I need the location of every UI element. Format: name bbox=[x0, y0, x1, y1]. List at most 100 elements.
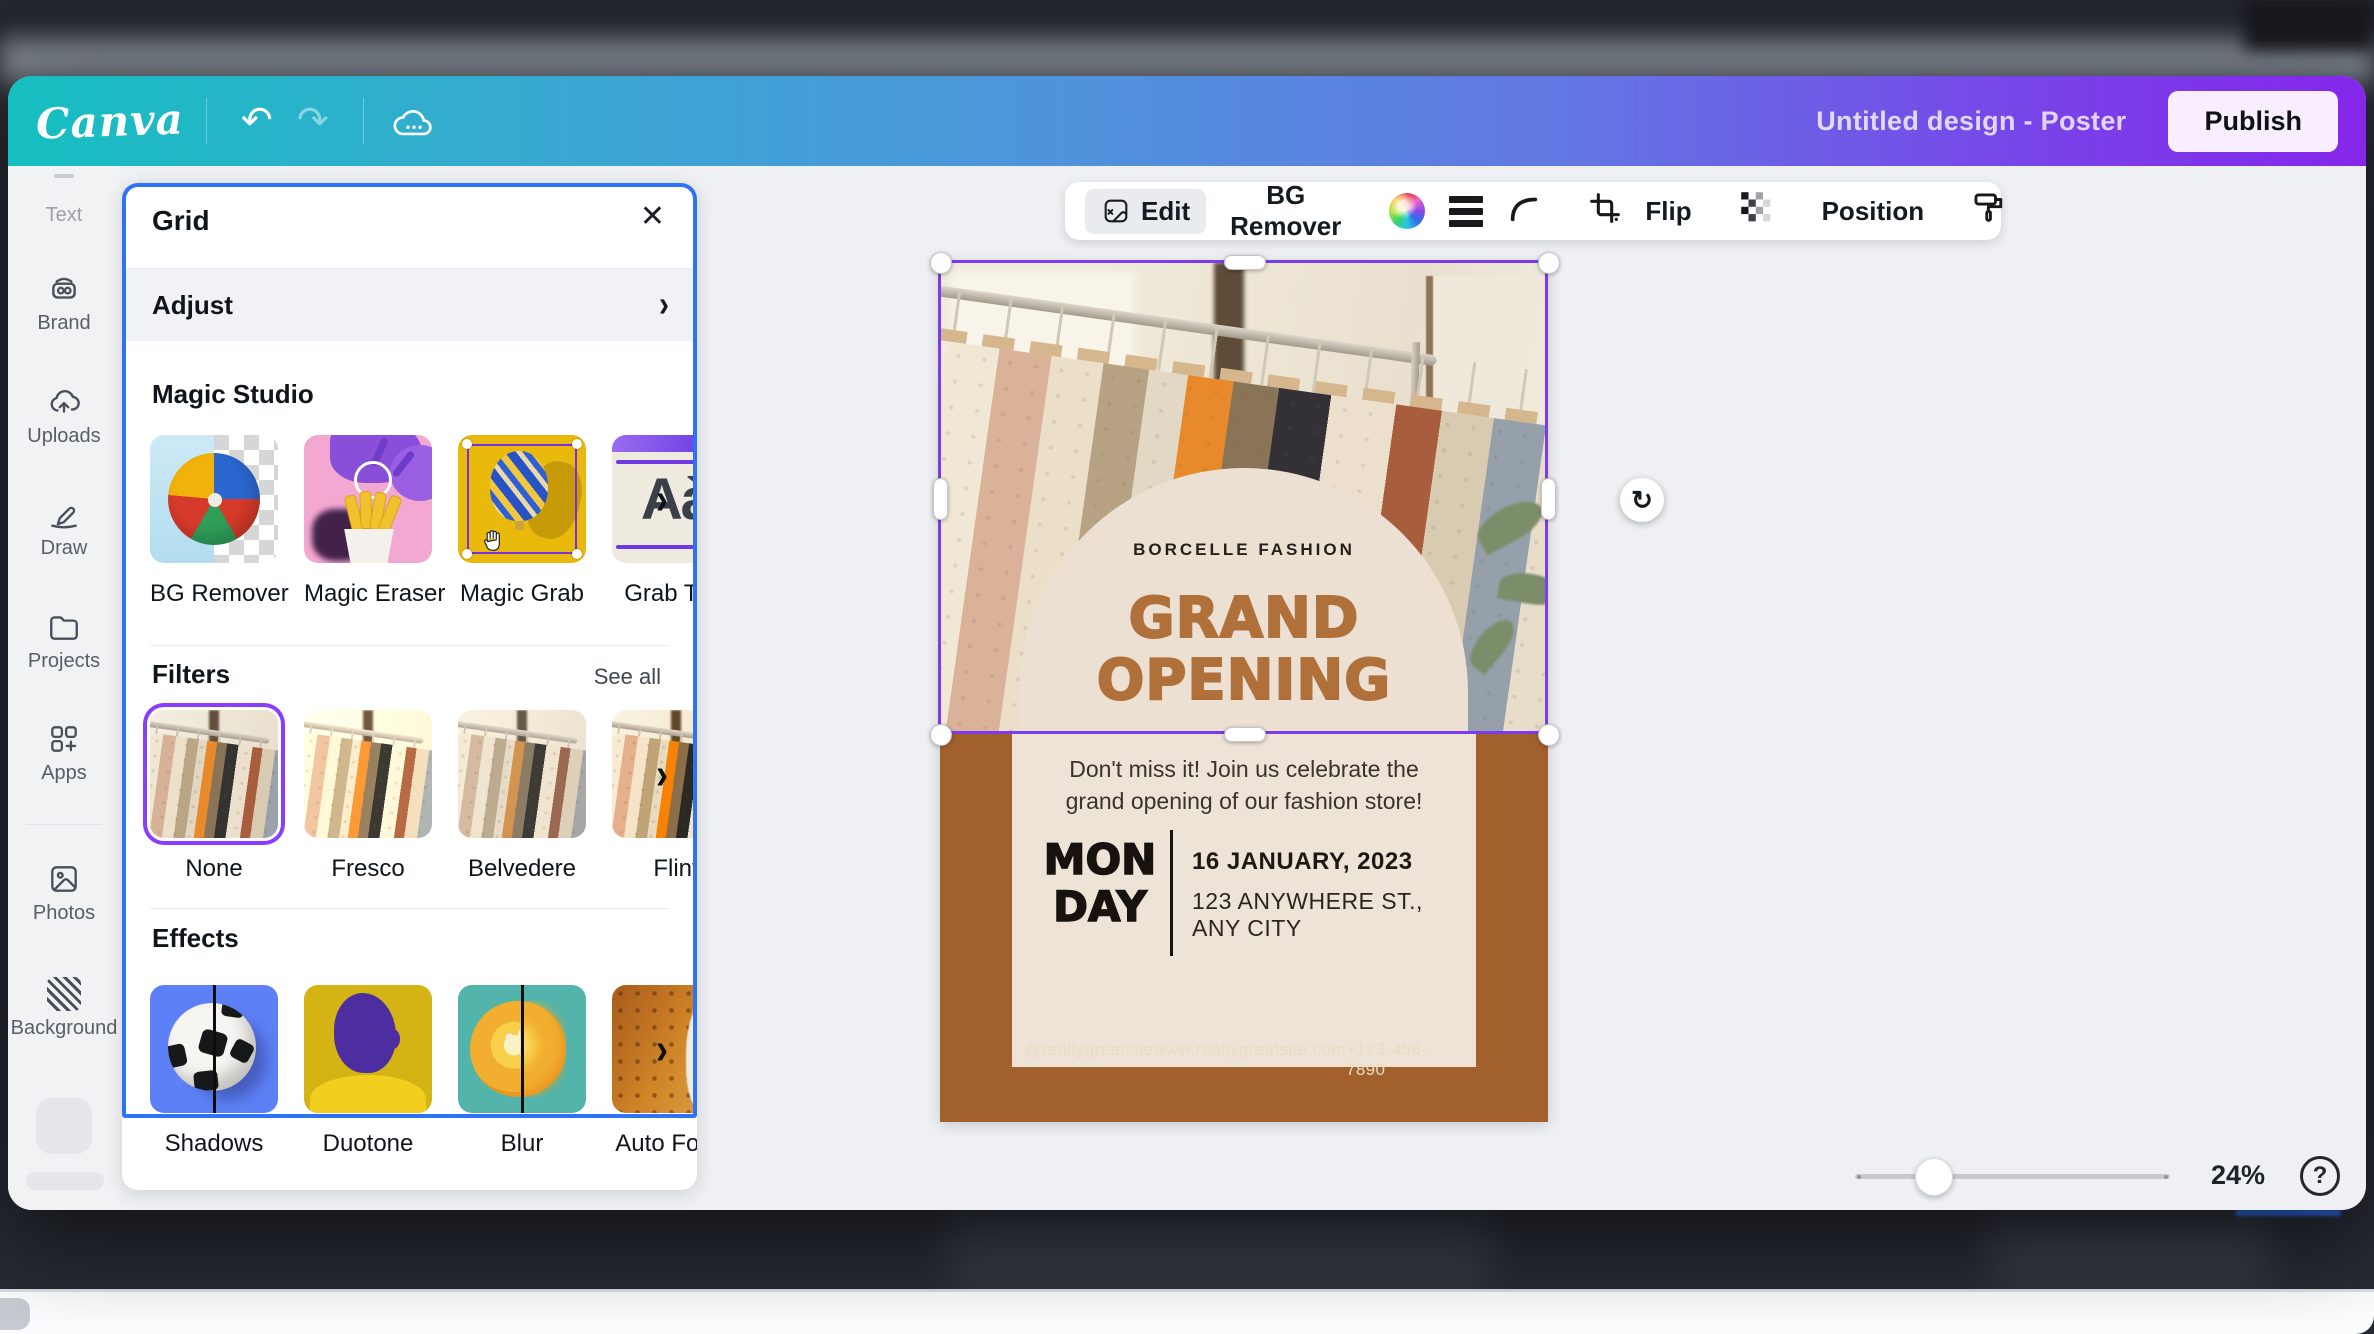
zoom-slider-track[interactable] bbox=[1855, 1174, 2170, 1179]
selection-handle-sw[interactable] bbox=[930, 724, 952, 746]
close-icon[interactable]: ✕ bbox=[634, 201, 671, 233]
sidebar-item-photos[interactable]: Photos bbox=[8, 862, 120, 925]
undo-icon[interactable]: ↶ bbox=[229, 93, 285, 149]
selection-handle-bottom[interactable] bbox=[1224, 727, 1266, 742]
poster-brand-name: BORCELLE FASHION bbox=[1020, 540, 1468, 560]
color-wheel-icon[interactable] bbox=[1389, 193, 1425, 229]
panel-divider bbox=[150, 645, 669, 646]
app-header: Canva ↶ ↷ Untitled design - Poster Publi… bbox=[8, 76, 2366, 166]
desktop-background-blotch bbox=[950, 1212, 1490, 1292]
sidebar-item-text[interactable]: Text bbox=[8, 204, 120, 227]
cloud-save-icon[interactable] bbox=[386, 93, 442, 149]
stroke-weight-icon[interactable] bbox=[1449, 196, 1483, 227]
bg-remover-button[interactable]: BG Remover bbox=[1230, 180, 1341, 242]
edit-button[interactable]: Edit bbox=[1085, 189, 1206, 234]
screenshot-root: Canva ↶ ↷ Untitled design - Poster Publi… bbox=[0, 0, 2374, 1334]
text-icon bbox=[54, 174, 74, 178]
sidebar-item-label: Draw bbox=[8, 537, 120, 560]
effect-item-shadows[interactable] bbox=[150, 985, 278, 1113]
redo-icon[interactable]: ↷ bbox=[285, 93, 341, 149]
selection-handle-left[interactable] bbox=[933, 478, 948, 520]
filter-item-fresco[interactable] bbox=[304, 710, 432, 838]
thumb-label: Magic Eraser bbox=[304, 580, 432, 608]
poster-address: 123 ANYWHERE ST., ANY CITY bbox=[1192, 888, 1476, 942]
sidebar-item-label: Brand bbox=[8, 312, 120, 335]
help-button[interactable]: ? bbox=[2300, 1156, 2340, 1196]
magic-studio-next-icon[interactable]: › bbox=[644, 477, 680, 520]
brand-icon bbox=[47, 272, 81, 306]
sidebar-item-draw[interactable]: Draw bbox=[8, 497, 120, 560]
selection-handle-nw[interactable] bbox=[930, 252, 952, 274]
effects-heading: Effects bbox=[152, 923, 239, 954]
grab-hand-icon bbox=[478, 527, 508, 555]
transparency-icon[interactable] bbox=[1740, 191, 1774, 232]
background-window-strip bbox=[0, 1289, 2374, 1334]
magic-studio-item-magic-eraser[interactable] bbox=[304, 435, 432, 563]
crop-icon[interactable] bbox=[1589, 192, 1621, 231]
magic-studio-item-bg-remover[interactable] bbox=[150, 435, 278, 563]
filters-see-all[interactable]: See all bbox=[588, 663, 667, 691]
panel-divider bbox=[150, 908, 669, 909]
paint-roller-icon[interactable] bbox=[1972, 191, 2006, 232]
selection-handle-ne[interactable] bbox=[1538, 252, 1560, 274]
sidebar-skeleton-tile bbox=[36, 1098, 92, 1154]
poster-date: 16 JANUARY, 2023 bbox=[1192, 848, 1413, 876]
adjust-label: Adjust bbox=[152, 290, 233, 321]
sidebar-item-projects[interactable]: Projects bbox=[8, 610, 120, 673]
background-window-blob bbox=[0, 1298, 30, 1330]
edit-image-icon bbox=[1101, 196, 1131, 226]
thumb-label: None bbox=[150, 855, 278, 883]
poster-canvas[interactable]: BORCELLE FASHION GRAND OPENING Don't mis… bbox=[940, 262, 1548, 1122]
apps-grid-icon bbox=[47, 722, 81, 756]
sidebar-item-label: Uploads bbox=[8, 425, 120, 448]
effects-next-icon[interactable]: › bbox=[644, 1027, 680, 1070]
sidebar-item-apps[interactable]: Apps bbox=[8, 722, 120, 785]
duotone-ear bbox=[386, 1029, 400, 1049]
poster-footer: @reallygreatsite www.reallygreatsite.com… bbox=[1024, 1040, 1464, 1080]
sidebar-item-background[interactable]: Background bbox=[8, 977, 120, 1040]
magic-studio-item-magic-grab[interactable] bbox=[458, 435, 586, 563]
thumb-label: Magic Grab bbox=[458, 580, 586, 608]
selection-handle-top[interactable] bbox=[1224, 255, 1266, 270]
sidebar-item-label: Projects bbox=[8, 650, 120, 673]
filter-item-none[interactable] bbox=[150, 710, 278, 838]
effect-item-duotone[interactable] bbox=[304, 985, 432, 1113]
grid-edit-panel: Grid ✕ Adjust › Magic Studio bbox=[122, 183, 697, 1190]
header-divider bbox=[363, 98, 364, 144]
slider-end-dot bbox=[1857, 1175, 1861, 1179]
filter-item-belvedere[interactable] bbox=[458, 710, 586, 838]
publish-button[interactable]: Publish bbox=[2168, 91, 2338, 152]
selection-handle-right[interactable] bbox=[1541, 478, 1556, 520]
thumb-label: Blur bbox=[458, 1130, 586, 1158]
thumb-label: Grab Text bbox=[612, 580, 697, 608]
filter-preview bbox=[458, 710, 586, 838]
zoom-slider-thumb[interactable] bbox=[1915, 1158, 1953, 1196]
position-button[interactable]: Position bbox=[1822, 196, 1925, 227]
magic-studio-heading: Magic Studio bbox=[152, 379, 314, 410]
sidebar-item-brand[interactable]: Brand bbox=[8, 272, 120, 335]
sidebar-rail: Text Brand Uploads bbox=[8, 166, 120, 1210]
background-stripes-icon bbox=[47, 977, 81, 1011]
filters-next-icon[interactable]: › bbox=[644, 752, 680, 795]
sidebar-item-uploads[interactable]: Uploads bbox=[8, 385, 120, 448]
thumb-label: Flint bbox=[612, 855, 697, 883]
document-title[interactable]: Untitled design - Poster bbox=[1816, 106, 2126, 137]
canva-app-window: Canva ↶ ↷ Untitled design - Poster Publi… bbox=[8, 76, 2366, 1210]
duotone-shirt bbox=[310, 1075, 426, 1113]
flip-button[interactable]: Flip bbox=[1645, 196, 1691, 227]
sidebar-item-label: Background bbox=[8, 1017, 120, 1040]
filter-preview bbox=[304, 710, 432, 838]
effect-item-blur[interactable] bbox=[458, 985, 586, 1113]
adjust-row[interactable]: Adjust › bbox=[122, 269, 697, 341]
selection-handle-se[interactable] bbox=[1538, 724, 1560, 746]
canva-logo[interactable]: Canva bbox=[35, 94, 184, 148]
thumb-label: BG Remover bbox=[150, 580, 278, 608]
sidebar-item-label: Photos bbox=[8, 902, 120, 925]
rotate-handle[interactable]: ↻ bbox=[1620, 478, 1664, 522]
corner-rounding-icon[interactable] bbox=[1507, 191, 1541, 232]
statue-art bbox=[686, 995, 697, 1113]
selection-handle-dot bbox=[572, 439, 582, 449]
selection-handle-dot bbox=[462, 549, 472, 559]
split-line bbox=[213, 985, 216, 1113]
desktop-corner-shadow bbox=[2244, 0, 2374, 50]
